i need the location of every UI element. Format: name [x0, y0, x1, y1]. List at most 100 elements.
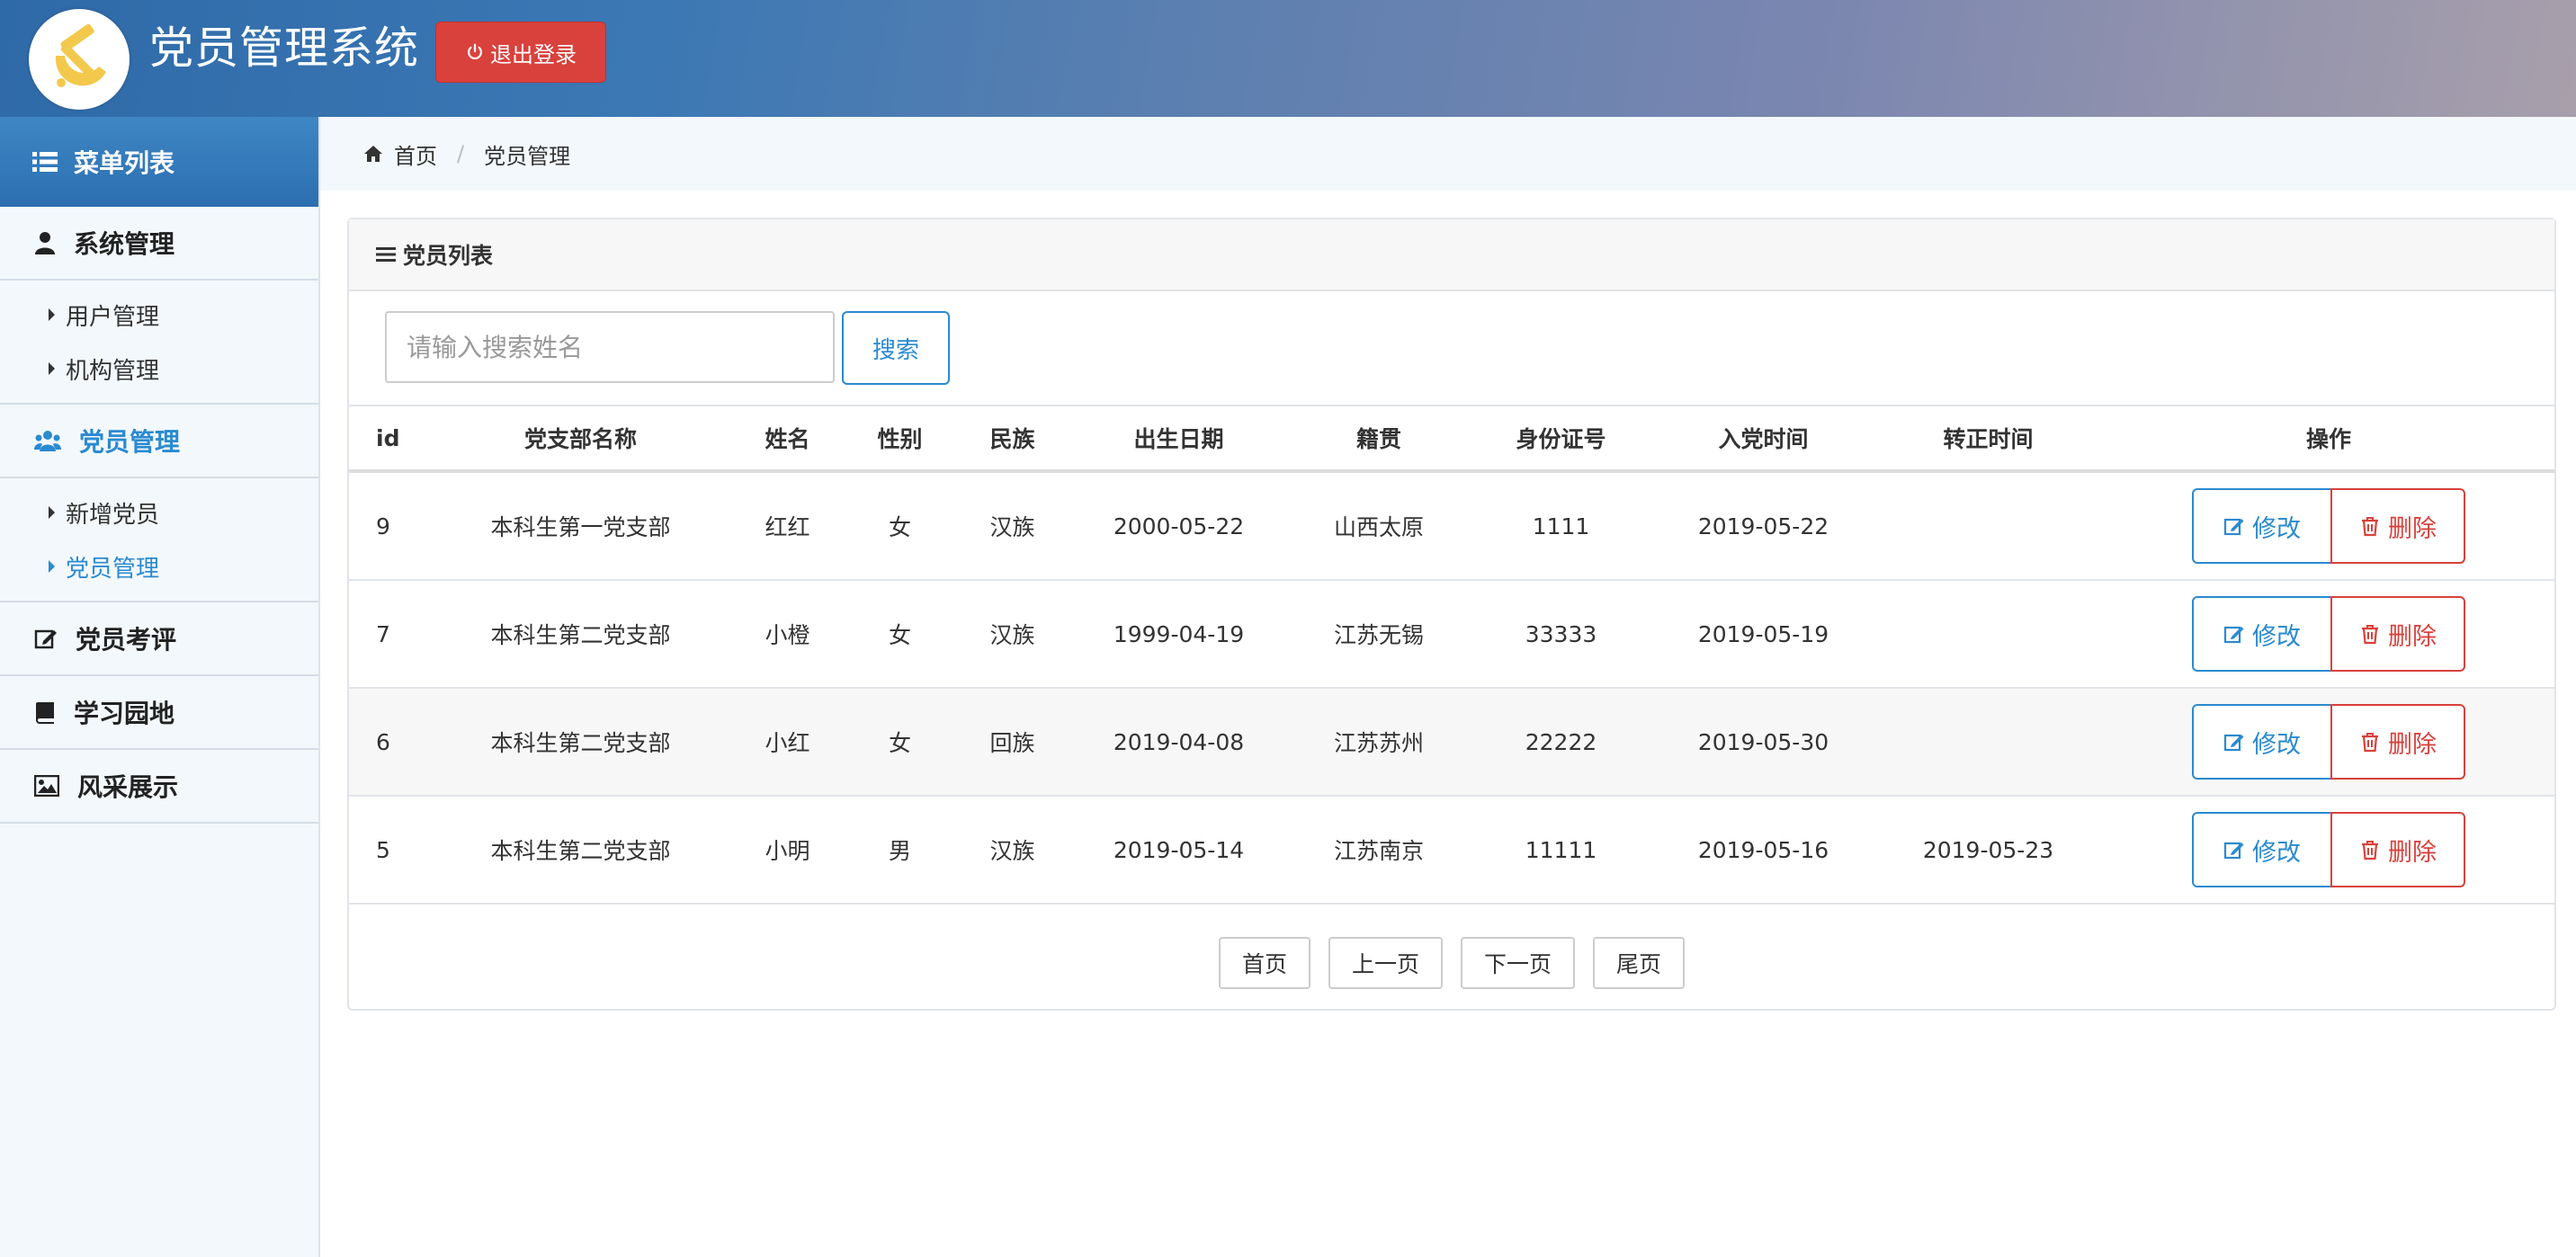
trash-icon [2362, 517, 2378, 537]
sidebar-item-member-management[interactable]: 党员管理 [0, 539, 318, 593]
actions-cell: 修改 删除 [2103, 796, 2554, 905]
sidebar-item-label: 党员管理 [66, 555, 160, 583]
column-header: 民族 [956, 406, 1069, 473]
logout-button[interactable]: 退出登录 [435, 22, 606, 83]
birthdate-cell: 2019-04-08 [1069, 688, 1289, 797]
hometown-cell: 山西太原 [1289, 471, 1469, 581]
name-cell: 小橙 [731, 580, 844, 689]
id-number-cell: 22222 [1469, 688, 1653, 797]
last-page-button[interactable]: 尾页 [1593, 937, 1686, 989]
edit-icon [34, 629, 57, 649]
panel-title: 党员列表 [403, 243, 494, 269]
user-icon [35, 232, 55, 254]
delete-button[interactable]: 删除 [2330, 812, 2465, 887]
ethnicity-cell: 汉族 [956, 580, 1069, 689]
home-icon [364, 146, 382, 162]
edit-button[interactable]: 修改 [2192, 488, 2332, 564]
column-header: 性别 [844, 406, 956, 473]
name-cell: 小明 [731, 796, 844, 905]
delete-label: 删除 [2388, 730, 2437, 759]
sidebar-group-label: 系统管理 [74, 229, 175, 259]
column-header: 转正时间 [1874, 406, 2103, 473]
sidebar-group-system[interactable]: 系统管理 [0, 207, 318, 281]
delete-button[interactable]: 删除 [2330, 704, 2465, 780]
ethnicity-cell: 回族 [956, 688, 1069, 797]
sidebar-group-label: 党员考评 [76, 625, 177, 655]
menu-title: 菜单列表 [74, 148, 175, 178]
delete-button[interactable]: 删除 [2330, 596, 2465, 672]
column-header: 身份证号 [1469, 406, 1653, 473]
table-row: 9 本科生第一党支部 红红女汉族 2000-05-22 山西太原 1111 2019-05-… [349, 471, 2554, 581]
regular-date-cell [1874, 580, 2103, 689]
sidebar-item-label: 新增党员 [66, 501, 160, 529]
trash-icon [2362, 841, 2378, 860]
table-row: 7 本科生第二党支部 小橙女汉族 1999-04-19 江苏无锡 33333 2019-05… [349, 580, 2554, 689]
id-number-cell: 1111 [1469, 471, 1653, 581]
actions-cell: 修改 删除 [2103, 688, 2554, 797]
birthdate-cell: 1999-04-19 [1069, 580, 1289, 689]
birthdate-cell: 2000-05-22 [1069, 471, 1289, 581]
first-page-button[interactable]: 首页 [1218, 937, 1310, 989]
sidebar-item-org-management[interactable]: 机构管理 [0, 342, 318, 396]
edit-label: 修改 [2252, 622, 2301, 651]
delete-label: 删除 [2388, 622, 2437, 651]
id-cell: 6 [349, 688, 430, 797]
edit-label: 修改 [2252, 514, 2301, 543]
sidebar-submenu-member: 新增党员 党员管理 [0, 478, 318, 602]
name-cell: 红红 [731, 471, 844, 581]
app-title: 党员管理系统 [149, 22, 420, 74]
edit-label: 修改 [2252, 838, 2301, 867]
sidebar-group-label: 学习园地 [74, 699, 175, 728]
logout-label: 退出登录 [490, 41, 577, 67]
menu-header: 菜单列表 [0, 117, 318, 207]
edit-button[interactable]: 修改 [2192, 596, 2332, 672]
regular-date-cell: 2019-05-23 [1874, 796, 2103, 905]
search-button[interactable]: 搜索 [842, 311, 950, 385]
breadcrumb-current: 党员管理 [484, 143, 571, 169]
gender-cell: 女 [844, 471, 956, 581]
column-header: 姓名 [731, 406, 844, 473]
caret-right-icon [49, 560, 55, 573]
id-cell: 7 [349, 580, 430, 689]
id-cell: 9 [349, 471, 430, 581]
caret-right-icon [49, 308, 55, 321]
delete-label: 删除 [2388, 514, 2437, 543]
sidebar-item-add-member[interactable]: 新增党员 [0, 486, 318, 539]
sidebar-group-label: 风采展示 [77, 772, 179, 802]
bars-icon [376, 247, 396, 262]
regular-date-cell [1874, 688, 2103, 797]
edit-button[interactable]: 修改 [2192, 812, 2332, 887]
breadcrumb-home-link[interactable]: 首页 [394, 138, 437, 170]
name-cell: 小红 [731, 688, 844, 797]
hometown-cell: 江苏南京 [1289, 796, 1469, 905]
prev-page-button[interactable]: 上一页 [1328, 937, 1443, 989]
pagination: 首页 上一页 下一页 尾页 [349, 937, 2554, 989]
sidebar-group-showcase[interactable]: 风采展示 [0, 750, 318, 824]
caret-right-icon [49, 506, 55, 519]
users-icon [34, 431, 61, 451]
column-header: 入党时间 [1653, 406, 1874, 473]
join-date-cell: 2019-05-16 [1653, 796, 1874, 905]
gender-cell: 女 [844, 688, 956, 797]
member-list-panel: 党员列表 搜索 id 党支部名称 姓名 性别 民族 出生日期 籍贯 身份证号 入… [347, 218, 2556, 1011]
next-page-button[interactable]: 下一页 [1461, 937, 1576, 989]
branch-cell: 本科生第二党支部 [430, 796, 731, 905]
sidebar-group-evaluation[interactable]: 党员考评 [0, 602, 318, 676]
edit-button[interactable]: 修改 [2192, 704, 2332, 780]
sidebar-item-user-management[interactable]: 用户管理 [0, 288, 318, 342]
sidebar-group-member[interactable]: 党员管理 [0, 405, 318, 478]
book-icon [36, 702, 54, 724]
party-emblem-logo [29, 9, 130, 110]
edit-icon [2223, 734, 2244, 752]
table-body: 9 本科生第一党支部 红红女汉族 2000-05-22 山西太原 1111 2019-05-… [349, 471, 2554, 905]
search-name-input[interactable] [385, 311, 835, 383]
sidebar-group-study[interactable]: 学习园地 [0, 676, 318, 750]
delete-button[interactable]: 删除 [2330, 488, 2465, 564]
trash-icon [2362, 625, 2378, 645]
hometown-cell: 江苏无锡 [1289, 580, 1469, 689]
sidebar-submenu-system: 用户管理 机构管理 [0, 281, 318, 405]
regular-date-cell [1874, 471, 2103, 581]
image-icon [34, 775, 59, 797]
table-row: 6 本科生第二党支部 小红女回族 2019-04-08 江苏苏州 22222 2019-05… [349, 688, 2554, 797]
join-date-cell: 2019-05-19 [1653, 580, 1874, 689]
